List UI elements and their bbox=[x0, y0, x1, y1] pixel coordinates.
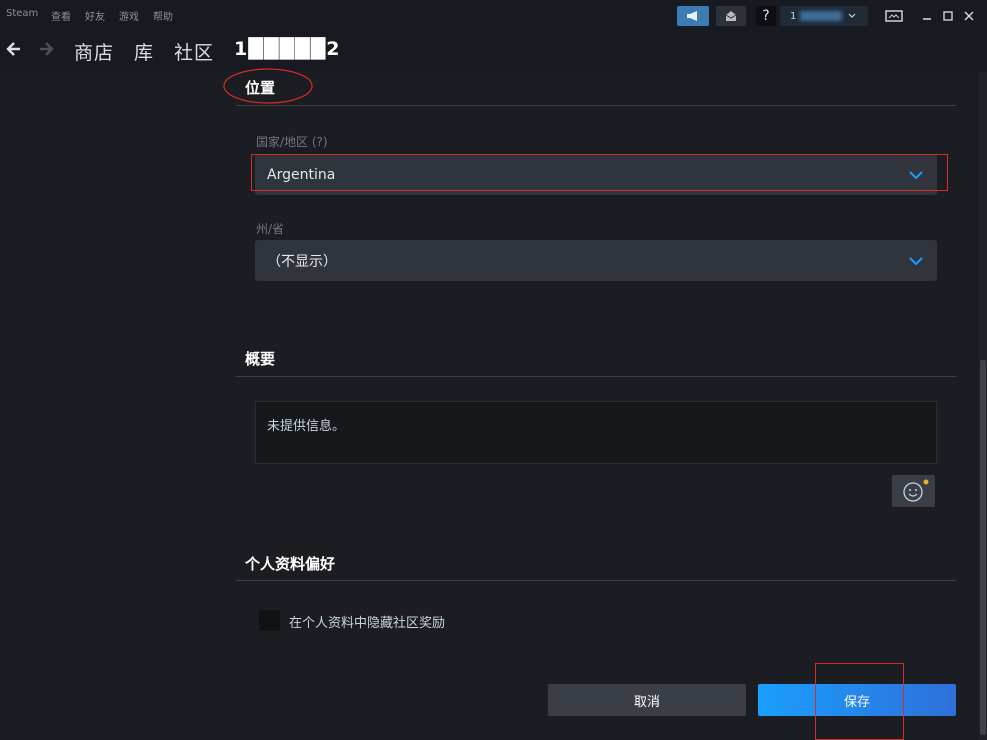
maximize-button[interactable] bbox=[942, 6, 954, 26]
nav-library[interactable]: 库 bbox=[134, 38, 154, 65]
hide-awards-label[interactable]: 在个人资料中隐藏社区奖励 bbox=[289, 612, 445, 631]
back-button[interactable] bbox=[6, 38, 22, 62]
smiley-icon bbox=[903, 479, 929, 502]
menu-steam[interactable]: Steam bbox=[6, 8, 38, 19]
maximize-icon bbox=[943, 11, 953, 21]
big-picture-icon bbox=[885, 10, 903, 22]
title-bar: Steam 查看 好友 游戏 帮助 ? 1 bbox=[0, 0, 987, 32]
summary-divider bbox=[236, 376, 956, 377]
state-dropdown[interactable]: （不显示） bbox=[255, 240, 937, 281]
announcements-button[interactable] bbox=[677, 6, 709, 26]
preferences-title: 个人资料偏好 bbox=[245, 555, 336, 573]
chevron-down-icon bbox=[848, 13, 856, 18]
annotation-rect-save bbox=[815, 663, 904, 740]
preferences-divider bbox=[236, 580, 956, 581]
notifications-button[interactable] bbox=[716, 6, 746, 26]
arrow-right-icon bbox=[40, 42, 54, 56]
help-button[interactable]: ? bbox=[756, 6, 776, 26]
nav-bar: 商店 库 社区 1█████2 bbox=[0, 32, 987, 73]
summary-text: 未提供信息。 bbox=[267, 419, 346, 434]
minimize-button[interactable] bbox=[921, 6, 933, 26]
scrollbar-thumb[interactable] bbox=[980, 360, 986, 735]
nav-store[interactable]: 商店 bbox=[74, 38, 114, 65]
hide-awards-checkbox[interactable] bbox=[259, 610, 280, 631]
annotation-rect-country bbox=[251, 154, 948, 191]
nav-username[interactable]: 1█████2 bbox=[234, 38, 341, 60]
cancel-button[interactable]: 取消 bbox=[548, 684, 746, 716]
menu-games[interactable]: 游戏 bbox=[119, 8, 139, 23]
nav-community[interactable]: 社区 bbox=[174, 38, 214, 65]
minimize-icon bbox=[923, 18, 931, 20]
country-label: 国家/地区 (?) bbox=[256, 135, 328, 149]
envelope-icon bbox=[725, 11, 737, 21]
annotation-ellipse bbox=[223, 68, 313, 104]
account-name: 1 bbox=[790, 10, 797, 22]
location-divider bbox=[236, 105, 956, 106]
account-dropdown[interactable]: 1 bbox=[780, 6, 868, 26]
megaphone-icon bbox=[687, 11, 697, 21]
summary-textarea[interactable]: 未提供信息。 bbox=[255, 401, 937, 464]
big-picture-button[interactable] bbox=[884, 6, 904, 26]
account-blur bbox=[800, 11, 843, 21]
summary-title: 概要 bbox=[245, 350, 276, 368]
arrow-left-icon bbox=[6, 42, 20, 56]
chevron-down-icon bbox=[909, 256, 923, 265]
close-icon bbox=[964, 11, 974, 21]
menu-help[interactable]: 帮助 bbox=[153, 8, 173, 23]
forward-button[interactable] bbox=[38, 38, 54, 62]
close-button[interactable] bbox=[962, 6, 976, 26]
emoticon-button[interactable] bbox=[892, 475, 935, 507]
menu-view[interactable]: 查看 bbox=[51, 8, 71, 23]
menu-friends[interactable]: 好友 bbox=[85, 8, 105, 23]
state-value: （不显示） bbox=[267, 253, 337, 270]
state-label: 州/省 bbox=[256, 222, 285, 236]
